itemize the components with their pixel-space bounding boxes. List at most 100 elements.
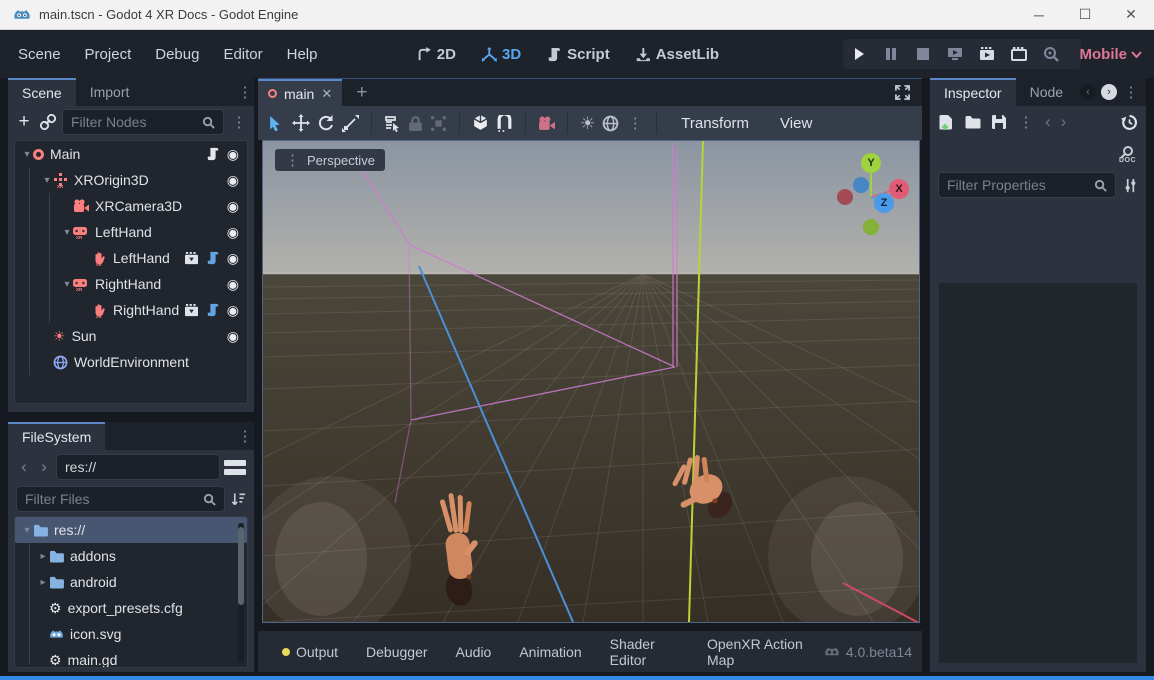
filesystem-menu-icon[interactable]: ⋮ [236, 427, 254, 445]
select-tool-icon[interactable] [268, 115, 285, 132]
bottom-tab-output[interactable]: Output [268, 644, 352, 660]
filter-properties-input[interactable]: Filter Properties [938, 172, 1116, 198]
fs-row-icon-svg[interactable]: icon.svg [15, 621, 247, 647]
axis-gizmo[interactable]: Y X Z [823, 149, 919, 245]
gizmo-z-positive[interactable]: Z [874, 193, 894, 213]
remote-debug-button[interactable] [939, 39, 971, 69]
rotate-tool-icon[interactable] [317, 114, 335, 132]
filter-nodes-input[interactable]: Filter Nodes [62, 109, 224, 135]
list-select-icon[interactable] [384, 115, 401, 132]
close-tab-icon[interactable]: ✕ [321, 86, 332, 102]
gizmo-y-negative[interactable] [863, 219, 879, 235]
menu-help[interactable]: Help [275, 40, 330, 69]
preview-environment-icon[interactable] [602, 115, 619, 132]
play-custom-scene-button[interactable] [1003, 39, 1035, 69]
view-menu[interactable]: View [768, 115, 824, 132]
history-back-icon[interactable]: ‹ [16, 457, 32, 477]
instance-scene-icon[interactable] [40, 114, 56, 130]
workspace-assetlib[interactable]: AssetLib [636, 46, 719, 63]
workspace-script[interactable]: Script [547, 46, 610, 63]
visibility-toggle-icon[interactable]: ◉ [227, 173, 239, 187]
tree-row-main[interactable]: ▾ Main ◉ [15, 141, 247, 167]
visibility-toggle-icon[interactable]: ◉ [227, 199, 239, 213]
stop-button[interactable] [907, 39, 939, 69]
collapse-icon[interactable]: ▾ [41, 175, 53, 186]
menu-scene[interactable]: Scene [6, 40, 73, 69]
script-attached-icon[interactable] [206, 251, 220, 265]
scrollbar[interactable] [238, 523, 244, 663]
gizmo-y-positive[interactable]: Y [861, 153, 881, 173]
expand-icon[interactable]: ▸ [37, 551, 49, 562]
tab-scene[interactable]: Scene [8, 78, 76, 106]
menu-editor[interactable]: Editor [211, 40, 274, 69]
dock-move-right-icon[interactable]: › [1101, 84, 1117, 100]
collapse-icon[interactable]: ▾ [61, 227, 73, 238]
tree-row-sun[interactable]: ☀ Sun ◉ [15, 323, 247, 349]
tree-row-xrcamera3d[interactable]: XRCamera3D ◉ [15, 193, 247, 219]
movie-maker-button[interactable] [1035, 39, 1067, 69]
scene-dock-menu-icon[interactable]: ⋮ [236, 83, 254, 101]
visibility-toggle-icon[interactable]: ◉ [227, 251, 239, 265]
tab-node[interactable]: Node [1016, 78, 1077, 106]
visibility-toggle-icon[interactable]: ◉ [227, 225, 239, 239]
visibility-toggle-icon[interactable]: ◉ [227, 303, 239, 317]
path-field[interactable]: res:// [56, 454, 220, 480]
move-tool-icon[interactable] [292, 114, 310, 132]
local-space-icon[interactable] [472, 114, 489, 132]
fs-row-android[interactable]: ▸ android [15, 569, 247, 595]
bottom-tab-shader-editor[interactable]: Shader Editor [596, 636, 693, 668]
renderer-dropdown[interactable]: Mobile [1080, 30, 1143, 78]
fs-row-res[interactable]: ▾ res:// [15, 517, 247, 543]
bottom-tab-debugger[interactable]: Debugger [352, 644, 442, 660]
sort-files-icon[interactable] [231, 492, 246, 506]
transform-menu[interactable]: Transform [669, 115, 761, 132]
load-resource-folder-icon[interactable] [964, 115, 981, 129]
scale-tool-icon[interactable] [342, 115, 359, 132]
tree-row-righthand-controller[interactable]: ▾ XR RightHand ◉ [15, 271, 247, 297]
bottom-tab-animation[interactable]: Animation [505, 644, 595, 660]
save-resource-icon[interactable] [991, 114, 1007, 130]
dock-move-left-icon[interactable]: ‹ [1080, 84, 1096, 100]
camera-preview-icon[interactable] [538, 116, 555, 131]
filter-files-input[interactable]: Filter Files [16, 486, 225, 512]
property-filter-options-icon[interactable] [1123, 178, 1138, 193]
collapse-icon[interactable]: ▾ [61, 279, 73, 290]
sun-environment-menu-icon[interactable]: ⋮ [626, 114, 644, 132]
scene-tab-main[interactable]: main ✕ [258, 79, 342, 106]
expand-viewport-icon[interactable] [895, 85, 910, 100]
new-resource-icon[interactable] [938, 114, 954, 131]
tree-row-xrorigin3d[interactable]: ▾ XR XROrigin3D ◉ [15, 167, 247, 193]
visibility-toggle-icon[interactable]: ◉ [227, 329, 239, 343]
bottom-tab-openxr-action-map[interactable]: OpenXR Action Map [693, 636, 824, 668]
open-documentation-button[interactable]: DOC [1119, 145, 1136, 164]
resource-menu-icon[interactable]: ⋮ [1017, 113, 1035, 131]
close-button[interactable]: ✕ [1108, 0, 1154, 29]
split-view-icon[interactable] [224, 456, 246, 478]
collapse-icon[interactable]: ▾ [21, 149, 33, 160]
play-button[interactable] [843, 39, 875, 69]
open-instanced-scene-icon[interactable] [184, 252, 199, 265]
tree-row-lefthand-model[interactable]: XR LeftHand ◉ [15, 245, 247, 271]
fs-row-main-gd[interactable]: ⚙ main.gd [15, 647, 247, 668]
viewport-3d[interactable]: ⋮ Perspective Y X Z [262, 140, 920, 623]
bottom-tab-audio[interactable]: Audio [442, 644, 506, 660]
visibility-toggle-icon[interactable]: ◉ [227, 147, 239, 161]
lock-node-icon[interactable] [408, 115, 423, 132]
open-instanced-scene-icon[interactable] [184, 304, 199, 317]
workspace-3d[interactable]: 3D [482, 46, 521, 63]
minimize-button[interactable]: ─ [1016, 0, 1062, 29]
add-node-button[interactable]: + [14, 111, 34, 133]
gizmo-x-negative[interactable] [837, 189, 853, 205]
fs-row-addons[interactable]: ▸ addons [15, 543, 247, 569]
collapse-icon[interactable]: ▾ [21, 525, 33, 536]
group-node-icon[interactable] [430, 115, 447, 132]
inspector-dock-menu-icon[interactable]: ⋮ [1122, 83, 1140, 101]
preview-sunlight-icon[interactable]: ☀ [580, 115, 595, 132]
edit-history-icon[interactable] [1121, 114, 1138, 131]
tree-row-righthand-model[interactable]: XR RightHand ◉ [15, 297, 247, 323]
snap-toggle-icon[interactable] [496, 115, 513, 132]
inspector-history-forward-icon[interactable]: › [1061, 112, 1067, 132]
play-scene-button[interactable] [971, 39, 1003, 69]
history-forward-icon[interactable]: › [36, 457, 52, 477]
new-scene-tab-button[interactable]: + [342, 82, 381, 104]
